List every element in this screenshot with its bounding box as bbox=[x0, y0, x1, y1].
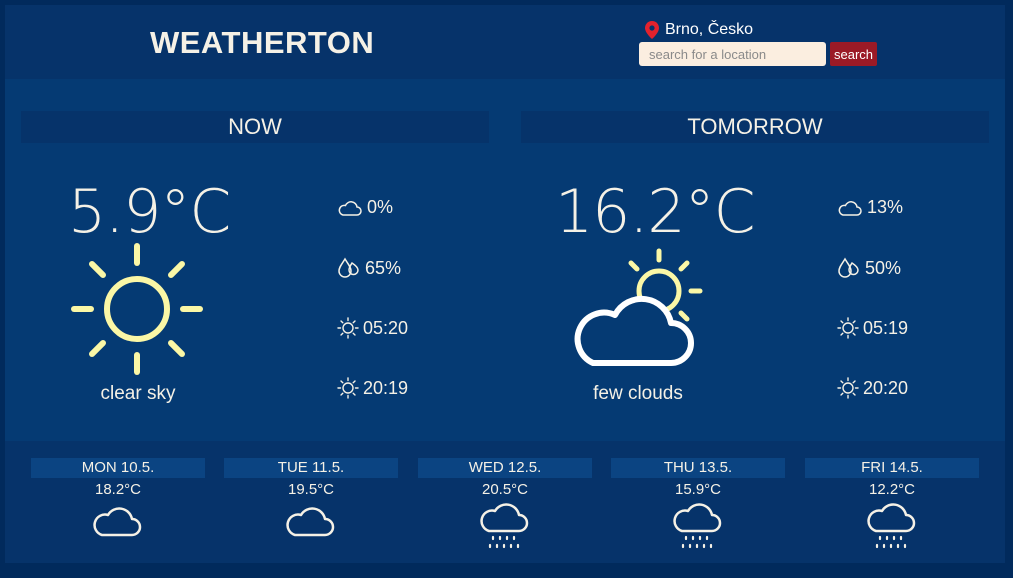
forecast-day: THU 13.5. 15.9°C bbox=[611, 458, 785, 553]
sunset-icon bbox=[837, 377, 859, 399]
forecast-day-name: THU 13.5. bbox=[611, 458, 785, 478]
rain-icon bbox=[480, 503, 529, 549]
current-location: Brno, Česko bbox=[645, 21, 753, 39]
now-sunrise-value: 05:20 bbox=[363, 317, 409, 338]
tomorrow-temperature: 16.2°C bbox=[555, 177, 755, 247]
partly-cloudy-icon bbox=[574, 248, 703, 366]
now-heading: NOW bbox=[21, 111, 489, 143]
forecast-day-name: FRI 14.5. bbox=[805, 458, 979, 478]
humidity-drops-icon bbox=[338, 257, 359, 278]
now-description: clear sky bbox=[100, 383, 176, 404]
now-clouds: 0% bbox=[337, 197, 393, 218]
now-sunrise: 05:20 bbox=[337, 317, 408, 339]
forecast-day-temp: 18.2°C bbox=[94, 481, 142, 498]
tomorrow-humidity: 50% bbox=[837, 257, 901, 279]
forecast-day: FRI 14.5. 12.2°C bbox=[805, 458, 979, 553]
forecast-day-name: WED 12.5. bbox=[418, 458, 592, 478]
now-humidity-value: 65% bbox=[365, 257, 402, 278]
now-panel: NOW 5.9°C clear sky 0% 65% 05:20 20:19 bbox=[21, 111, 489, 441]
sun-icon bbox=[71, 243, 203, 375]
tomorrow-sunset-value: 20:20 bbox=[863, 377, 909, 398]
app-header: WEATHERTON Brno, Česko search bbox=[5, 5, 1005, 79]
sunrise-icon bbox=[837, 317, 859, 339]
tomorrow-humidity-value: 50% bbox=[865, 257, 902, 278]
forecast-day: TUE 11.5. 19.5°C bbox=[224, 458, 398, 541]
now-clouds-value: 0% bbox=[367, 197, 394, 217]
cloud-small-icon bbox=[838, 200, 862, 216]
brand-title: WEATHERTON bbox=[150, 25, 375, 60]
forecast-day-temp: 15.9°C bbox=[674, 481, 722, 498]
tomorrow-sunrise-value: 05:19 bbox=[863, 317, 909, 338]
rain-icon bbox=[673, 503, 722, 549]
tomorrow-clouds-value: 13% bbox=[867, 197, 904, 217]
sunrise-icon bbox=[337, 317, 359, 339]
sunset-icon bbox=[337, 377, 359, 399]
cloud-small-icon bbox=[338, 200, 362, 216]
forecast-day-name: MON 10.5. bbox=[31, 458, 205, 478]
tomorrow-description: few clouds bbox=[593, 383, 683, 404]
location-label: Brno, Česko bbox=[665, 21, 754, 38]
forecast-day-temp: 12.2°C bbox=[868, 481, 916, 498]
tomorrow-panel: TOMORROW 16.2°C few clouds 13% 50% 05:19… bbox=[521, 111, 989, 441]
now-humidity: 65% bbox=[337, 257, 401, 279]
cloud-icon bbox=[286, 507, 335, 537]
tomorrow-heading: TOMORROW bbox=[521, 111, 989, 143]
location-pin-icon bbox=[645, 21, 659, 39]
now-sunset: 20:19 bbox=[337, 377, 408, 399]
cloud-icon bbox=[93, 507, 142, 537]
forecast-strip: MON 10.5. 18.2°C TUE 11.5. 19.5°C WED 12… bbox=[5, 441, 1005, 563]
now-temperature: 5.9°C bbox=[68, 177, 231, 247]
tomorrow-sunset: 20:20 bbox=[837, 377, 908, 399]
now-sunset-value: 20:19 bbox=[363, 377, 409, 398]
weather-app: WEATHERTON Brno, Česko search NOW 5.9°C bbox=[5, 5, 1005, 563]
humidity-drops-icon bbox=[838, 257, 859, 278]
search-input[interactable] bbox=[639, 42, 826, 66]
forecast-day: WED 12.5. 20.5°C bbox=[418, 458, 592, 553]
search-button[interactable]: search bbox=[830, 42, 877, 66]
forecast-day-temp: 20.5°C bbox=[481, 481, 529, 498]
forecast-day-name: TUE 11.5. bbox=[224, 458, 398, 478]
tomorrow-clouds: 13% bbox=[837, 197, 903, 218]
forecast-day: MON 10.5. 18.2°C bbox=[31, 458, 205, 541]
tomorrow-sunrise: 05:19 bbox=[837, 317, 908, 339]
rain-icon bbox=[867, 503, 916, 549]
forecast-day-temp: 19.5°C bbox=[287, 481, 335, 498]
